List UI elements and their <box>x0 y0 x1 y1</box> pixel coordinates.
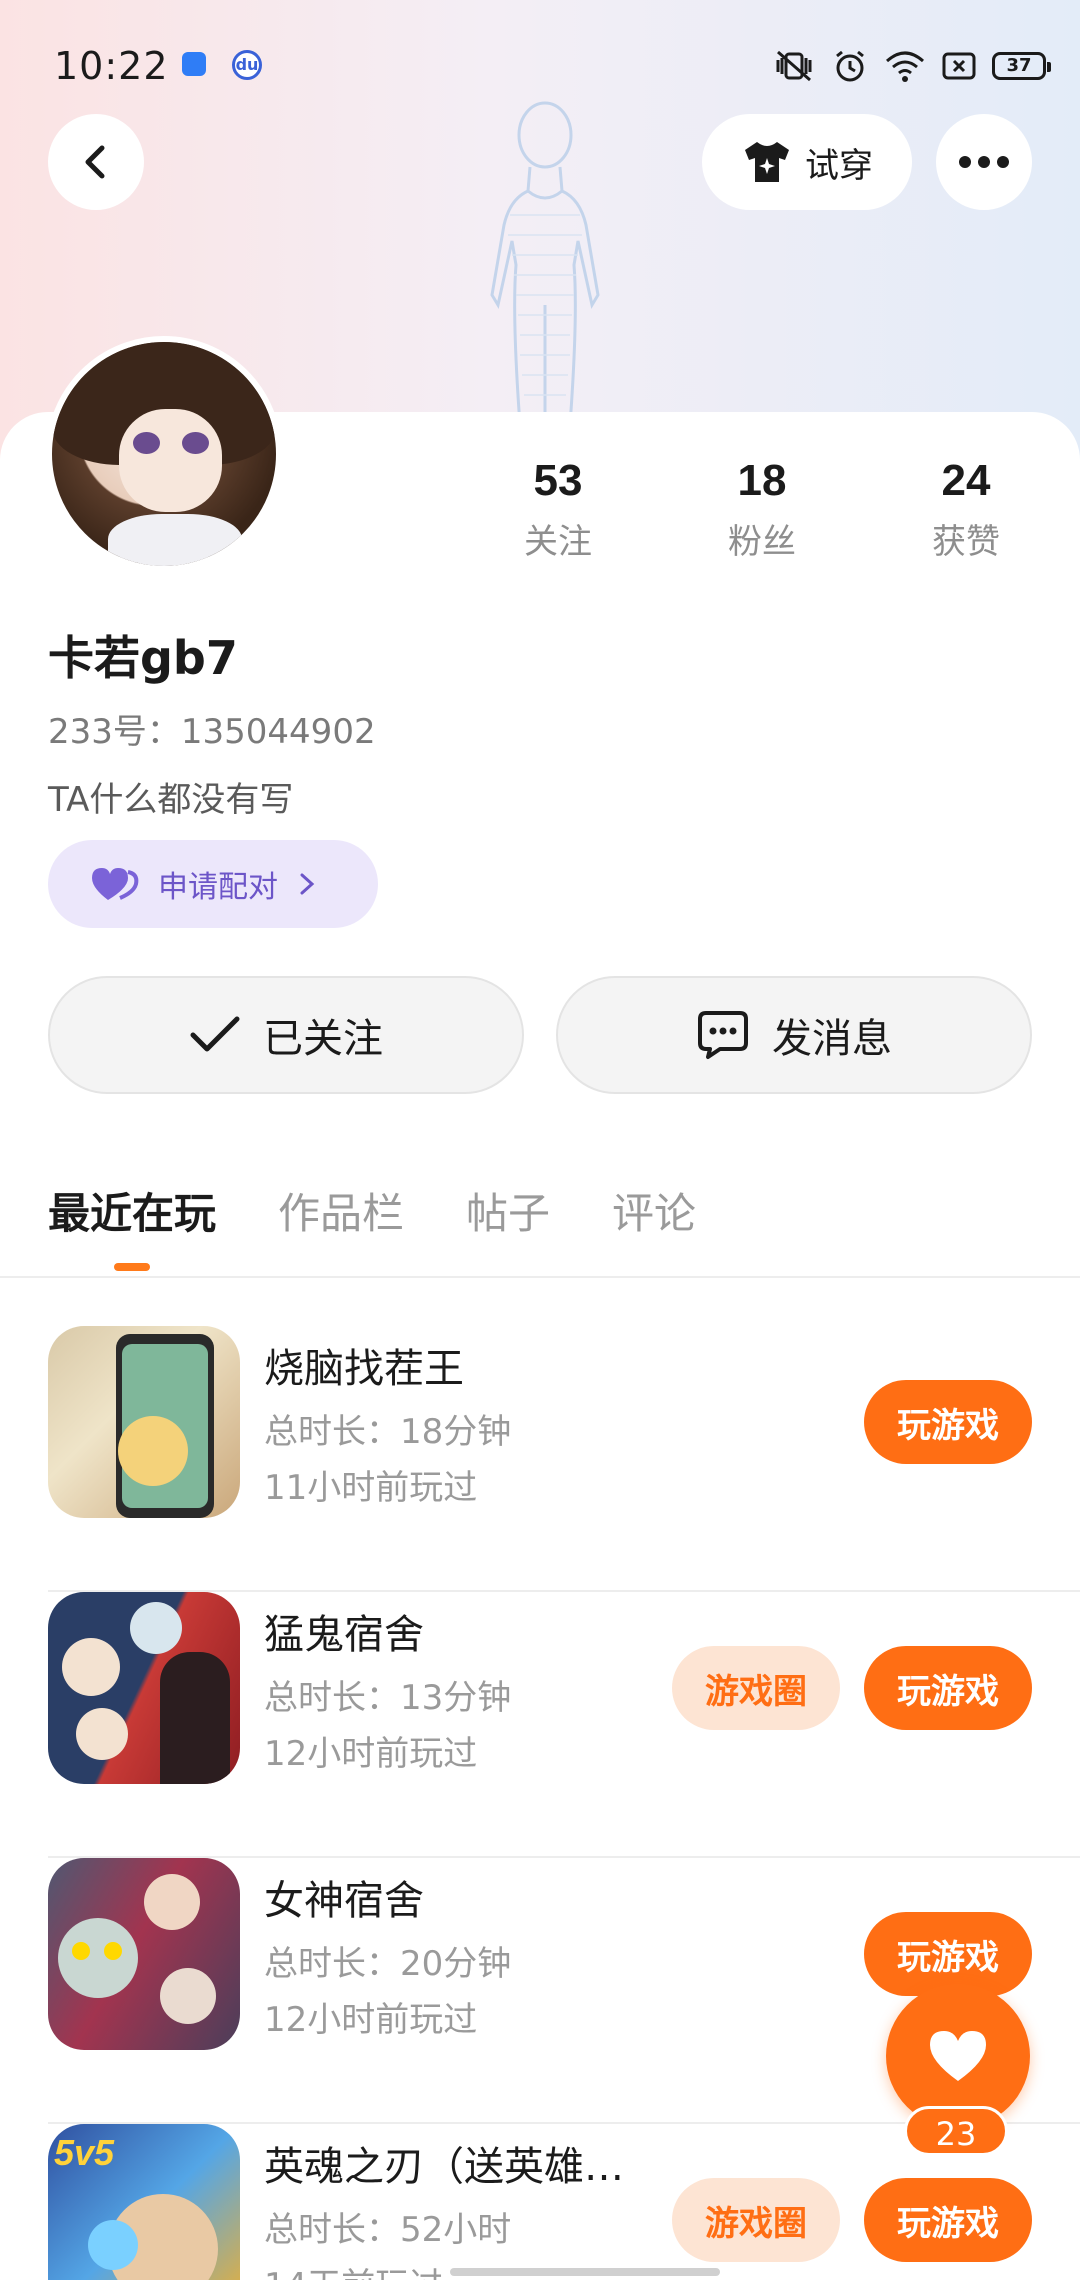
game-last-played: 12小时前玩过 <box>264 1734 478 1774</box>
stat-likes[interactable]: 24 获赞 <box>896 456 1036 563</box>
game-list-item[interactable]: 烧脑找茬王 总时长：18分钟 11小时前玩过 玩游戏 <box>48 1326 1080 1592</box>
tshirt-icon <box>745 142 789 182</box>
status-icons: 37 <box>772 46 1051 86</box>
tab-recently-played[interactable]: 最近在玩 <box>48 1180 216 1271</box>
game-title: 女神宿舍 <box>264 1878 424 1924</box>
tab-posts[interactable]: 帖子 <box>466 1180 550 1271</box>
stat-label: 获赞 <box>932 522 1000 562</box>
back-button[interactable] <box>48 114 144 210</box>
heart-pair-icon <box>92 868 139 900</box>
play-game-button[interactable]: 玩游戏 <box>864 2178 1032 2262</box>
game-duration: 总时长：13分钟 <box>264 1678 512 1718</box>
chevron-left-icon <box>85 145 105 179</box>
request-pairing-button[interactable]: 申请配对 <box>48 840 378 928</box>
alarm-icon <box>836 50 864 82</box>
game-last-played: 14天前玩过 <box>264 2258 443 2280</box>
send-message-button[interactable]: 发消息 <box>556 976 1032 1094</box>
play-game-button[interactable]: 玩游戏 <box>864 1646 1032 1730</box>
heart-icon <box>930 2031 986 2081</box>
stat-label: 关注 <box>524 522 592 562</box>
avatar-eye <box>181 431 209 454</box>
try-on-label: 试穿 <box>805 145 873 186</box>
send-message-label: 发消息 <box>772 1016 892 1062</box>
more-options-button[interactable] <box>936 114 1032 210</box>
game-list-item[interactable]: 猛鬼宿舍 总时长：13分钟 12小时前玩过 游戏圈 玩游戏 <box>48 1592 1080 1858</box>
wifi-icon <box>886 51 924 82</box>
baidu-notification-icon: du <box>232 50 262 80</box>
status-bar: 10:22 du 37 <box>0 0 1080 130</box>
avatar-shirt <box>108 514 243 566</box>
more-dot-icon <box>978 156 990 168</box>
no-sim-icon <box>942 52 976 80</box>
status-time: 10:22 <box>54 44 169 88</box>
game-duration: 总时长：52小时 <box>264 2210 512 2250</box>
user-id: 233号：135044902 <box>48 712 376 752</box>
game-icon: 5v5 <box>48 2124 240 2280</box>
check-icon <box>190 1016 240 1052</box>
avatar-face <box>119 409 223 513</box>
profile-tabs: 最近在玩 作品栏 帖子 评论 <box>48 1180 696 1271</box>
game-circle-button[interactable]: 游戏圈 <box>672 2178 840 2262</box>
like-count: 23 <box>904 2106 1008 2156</box>
request-pairing-label: 申请配对 <box>158 870 278 905</box>
following-label: 已关注 <box>263 1016 383 1062</box>
home-indicator[interactable] <box>450 2268 720 2276</box>
vibrate-mute-icon <box>776 50 812 82</box>
notification-app-icon <box>182 52 206 76</box>
stat-following[interactable]: 53 关注 <box>488 456 628 563</box>
play-game-button[interactable]: 玩游戏 <box>864 1912 1032 1996</box>
game-icon <box>48 1592 240 1784</box>
game-title: 烧脑找茬王 <box>264 1346 464 1392</box>
game-title: 英魂之刃（送英雄… <box>264 2144 624 2190</box>
stat-label: 粉丝 <box>728 522 796 562</box>
user-bio: TA什么都没有写 <box>48 780 294 820</box>
game-duration: 总时长：20分钟 <box>264 1944 512 1984</box>
battery-icon: 37 <box>992 52 1051 80</box>
following-button[interactable]: 已关注 <box>48 976 524 1094</box>
chevron-right-icon <box>300 873 315 895</box>
game-icon <box>48 1858 240 2050</box>
stat-value: 24 <box>941 456 991 505</box>
try-on-button[interactable]: 试穿 <box>702 114 912 210</box>
more-dot-icon <box>959 156 971 168</box>
username: 卡若gb7 <box>48 631 238 685</box>
user-avatar[interactable] <box>46 336 282 572</box>
tabs-divider <box>0 1276 1080 1278</box>
stat-followers[interactable]: 18 粉丝 <box>692 456 832 563</box>
game-circle-button[interactable]: 游戏圈 <box>672 1646 840 1730</box>
tab-works[interactable]: 作品栏 <box>278 1180 404 1271</box>
tab-comments[interactable]: 评论 <box>612 1180 696 1271</box>
game-duration: 总时长：18分钟 <box>264 1412 512 1452</box>
more-dot-icon <box>997 156 1009 168</box>
game-last-played: 12小时前玩过 <box>264 2000 478 2040</box>
game-last-played: 11小时前玩过 <box>264 1468 478 1508</box>
chat-bubble-icon <box>698 1011 748 1059</box>
avatar-figure-image <box>490 101 600 425</box>
stat-value: 18 <box>737 456 787 505</box>
stat-value: 53 <box>533 456 583 505</box>
game-icon <box>48 1326 240 1518</box>
game-title: 猛鬼宿舍 <box>264 1612 424 1658</box>
avatar-eye <box>132 431 160 454</box>
play-game-button[interactable]: 玩游戏 <box>864 1380 1032 1464</box>
